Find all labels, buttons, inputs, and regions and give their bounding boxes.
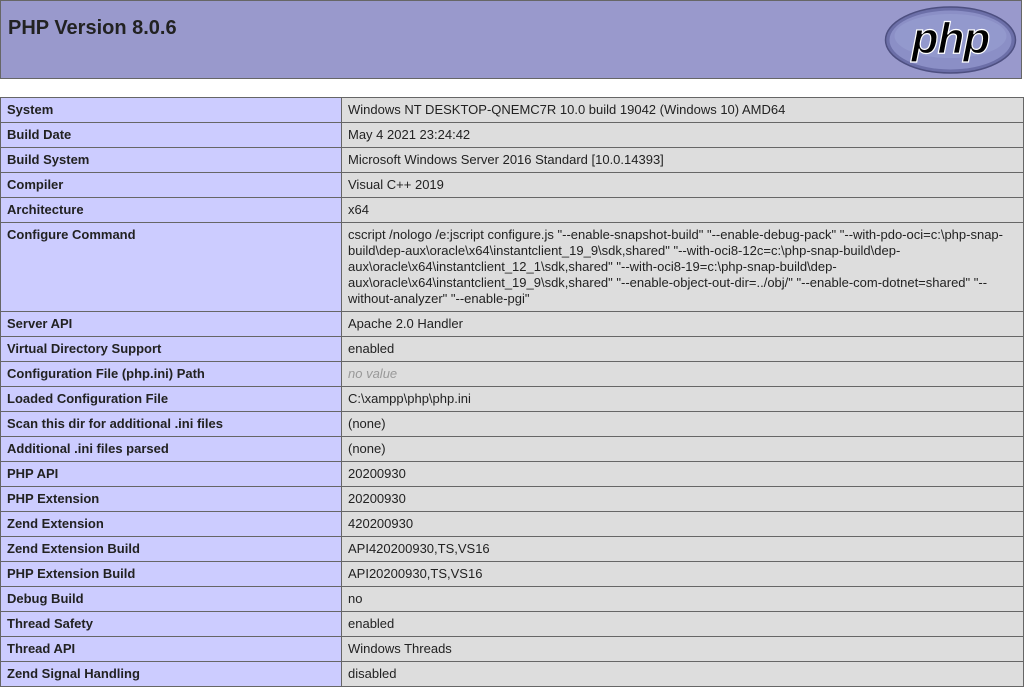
row-label: Scan this dir for additional .ini files [0,411,342,437]
table-row: Thread Safety enabled [0,611,1024,637]
row-label: Architecture [0,197,342,223]
row-label: Build Date [0,122,342,148]
table-row: System Windows NT DESKTOP-QNEMC7R 10.0 bu… [0,97,1024,123]
row-label: Debug Build [0,586,342,612]
row-value: Visual C++ 2019 [341,172,1024,198]
row-value: 20200930 [341,486,1024,512]
table-row: Zend Signal Handling disabled [0,661,1024,687]
row-label: Zend Extension [0,511,342,537]
no-value-text: no value [348,366,398,381]
row-value: API420200930,TS,VS16 [341,536,1024,562]
row-label: Zend Extension Build [0,536,342,562]
table-row: Virtual Directory Support enabled [0,336,1024,362]
row-value: C:\xampp\php\php.ini [341,386,1024,412]
table-row: Zend Extension Build API420200930,TS,VS16 [0,536,1024,562]
table-row: Additional .ini files parsed (none) [0,436,1024,462]
row-label: Additional .ini files parsed [0,436,342,462]
row-label: Thread Safety [0,611,342,637]
row-value: Windows Threads [341,636,1024,662]
table-row: Scan this dir for additional .ini files(… [0,411,1024,437]
row-label: Server API [0,311,342,337]
row-value: (none) [341,436,1024,462]
row-label: Virtual Directory Support [0,336,342,362]
table-row: PHP API 20200930 [0,461,1024,487]
row-label: Configure Command [0,222,342,312]
row-value: Microsoft Windows Server 2016 Standard [… [341,147,1024,173]
row-value: cscript /nologo /e:jscript configure.js … [341,222,1024,312]
row-value: (none) [341,411,1024,437]
table-row: Configure Command cscript /nologo /e:jscr… [0,222,1024,312]
row-value: 420200930 [341,511,1024,537]
table-row: Build System Microsoft Windows Server 201… [0,147,1024,173]
row-value: no value [341,361,1024,387]
row-label: PHP API [0,461,342,487]
row-label: System [0,97,342,123]
row-value: May 4 2021 23:24:42 [341,122,1024,148]
row-label: PHP Extension [0,486,342,512]
php-info-table: System Windows NT DESKTOP-QNEMC7R 10.0 bu… [0,97,1024,687]
row-value: Apache 2.0 Handler [341,311,1024,337]
svg-text:php: php [911,14,990,63]
table-row: Compiler Visual C++ 2019 [0,172,1024,198]
row-value: disabled [341,661,1024,687]
row-label: Build System [0,147,342,173]
row-label: Loaded Configuration File [0,386,342,412]
table-row: Zend Extension 420200930 [0,511,1024,537]
row-value: enabled [341,336,1024,362]
row-value: enabled [341,611,1024,637]
row-value: Windows NT DESKTOP-QNEMC7R 10.0 build 19… [341,97,1024,123]
table-row: PHP Extension Build API20200930,TS,VS16 [0,561,1024,587]
row-value: no [341,586,1024,612]
row-value: 20200930 [341,461,1024,487]
table-row: Build Date May 4 2021 23:24:42 [0,122,1024,148]
table-row: Debug Build no [0,586,1024,612]
table-row: Server API Apache 2.0 Handler [0,311,1024,337]
row-label: Zend Signal Handling [0,661,342,687]
table-row: PHP Extension 20200930 [0,486,1024,512]
page-header: PHP Version 8.0.6 php [0,0,1022,79]
row-label: Compiler [0,172,342,198]
row-value: API20200930,TS,VS16 [341,561,1024,587]
row-label: Configuration File (php.ini) Path [0,361,342,387]
row-label: Thread API [0,636,342,662]
php-logo-icon: php [884,6,1017,74]
table-row: Thread API Windows Threads [0,636,1024,662]
table-row: Loaded Configuration File C:\xampp\php\ph… [0,386,1024,412]
table-row: Configuration File (php.ini) Path no valu… [0,361,1024,387]
row-value: x64 [341,197,1024,223]
row-label: PHP Extension Build [0,561,342,587]
table-row: Architecture x64 [0,197,1024,223]
page-title: PHP Version 8.0.6 [8,17,177,39]
